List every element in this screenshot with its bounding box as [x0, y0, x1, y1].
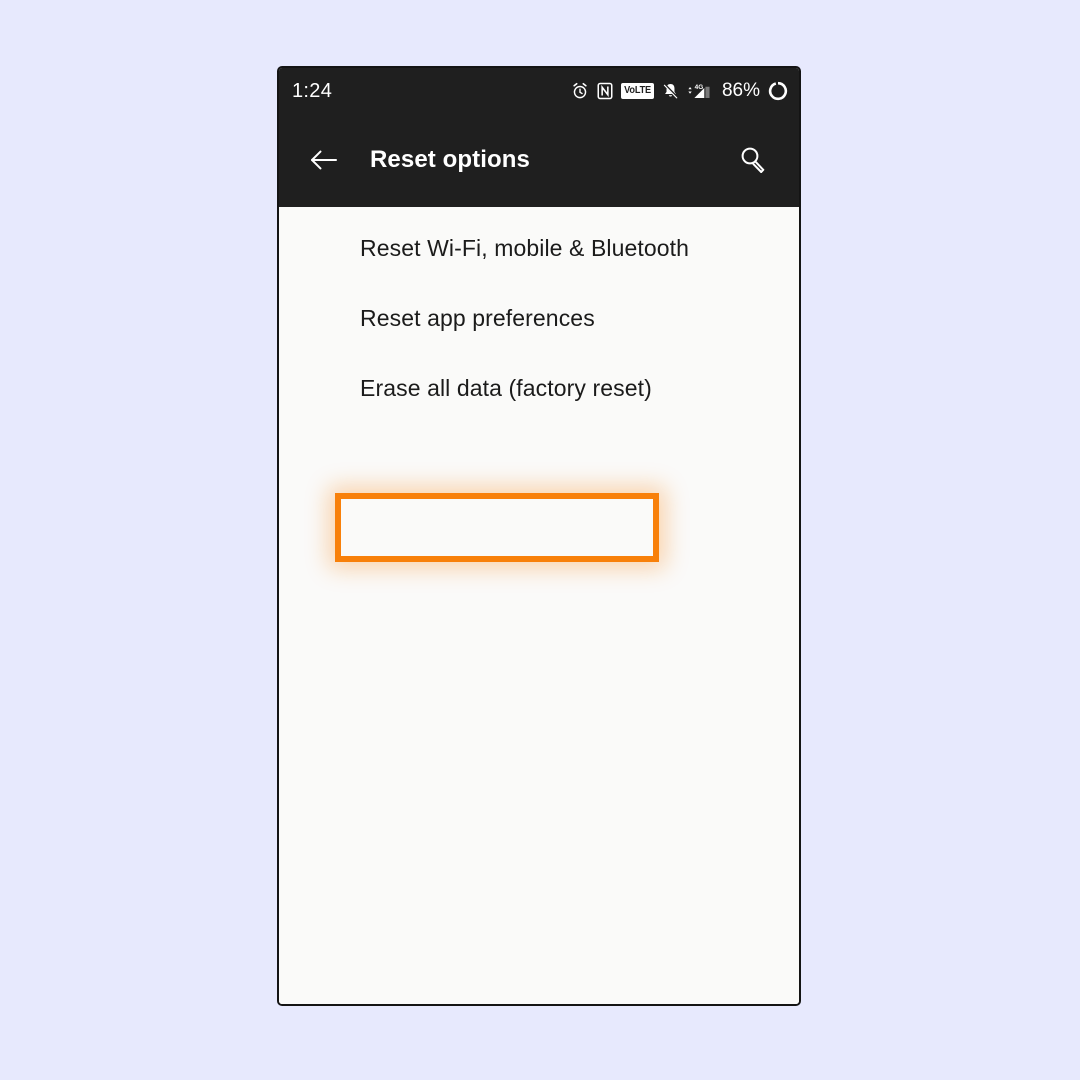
mobile-signal-4g-icon: 4G — [688, 84, 710, 98]
alarm-clock-icon — [573, 82, 587, 98]
list-item-label: Erase all data (factory reset) — [360, 374, 652, 401]
page-title: Reset options — [370, 146, 530, 173]
notifications-muted-icon — [663, 82, 678, 98]
search-button[interactable] — [731, 138, 775, 182]
status-bar-icons: VoLTE 4G 86% — [571, 81, 788, 101]
battery-percent-label: 86% — [721, 80, 760, 101]
search-icon — [741, 147, 765, 173]
settings-list: Reset Wi-Fi, mobile & Bluetooth Reset ap… — [279, 207, 799, 1004]
phone-screen: 1:24 VoLTE 4G 86% Reset options Reset Wi… — [277, 66, 801, 1006]
list-item-reset-app-preferences[interactable]: Reset app preferences — [279, 283, 799, 353]
list-item-label: Reset Wi-Fi, mobile & Bluetooth — [360, 234, 690, 261]
highlight-annotation-box — [335, 493, 659, 562]
back-arrow-icon — [311, 150, 337, 170]
list-item-erase-all-data[interactable]: Erase all data (factory reset) — [279, 353, 799, 423]
list-item-label: Reset app preferences — [360, 304, 595, 331]
back-button[interactable] — [304, 140, 344, 180]
svg-text:4G: 4G — [695, 84, 704, 91]
volte-label: VoLTE — [623, 84, 651, 96]
status-bar-clock: 1:24 — [292, 79, 333, 102]
nfc-icon — [597, 82, 613, 99]
list-item-reset-network[interactable]: Reset Wi-Fi, mobile & Bluetooth — [279, 213, 799, 283]
battery-ring-icon — [768, 81, 788, 100]
status-bar: 1:24 VoLTE 4G 86% — [279, 68, 799, 113]
volte-icon: VoLTE — [620, 82, 654, 99]
app-bar: Reset options — [279, 113, 799, 207]
